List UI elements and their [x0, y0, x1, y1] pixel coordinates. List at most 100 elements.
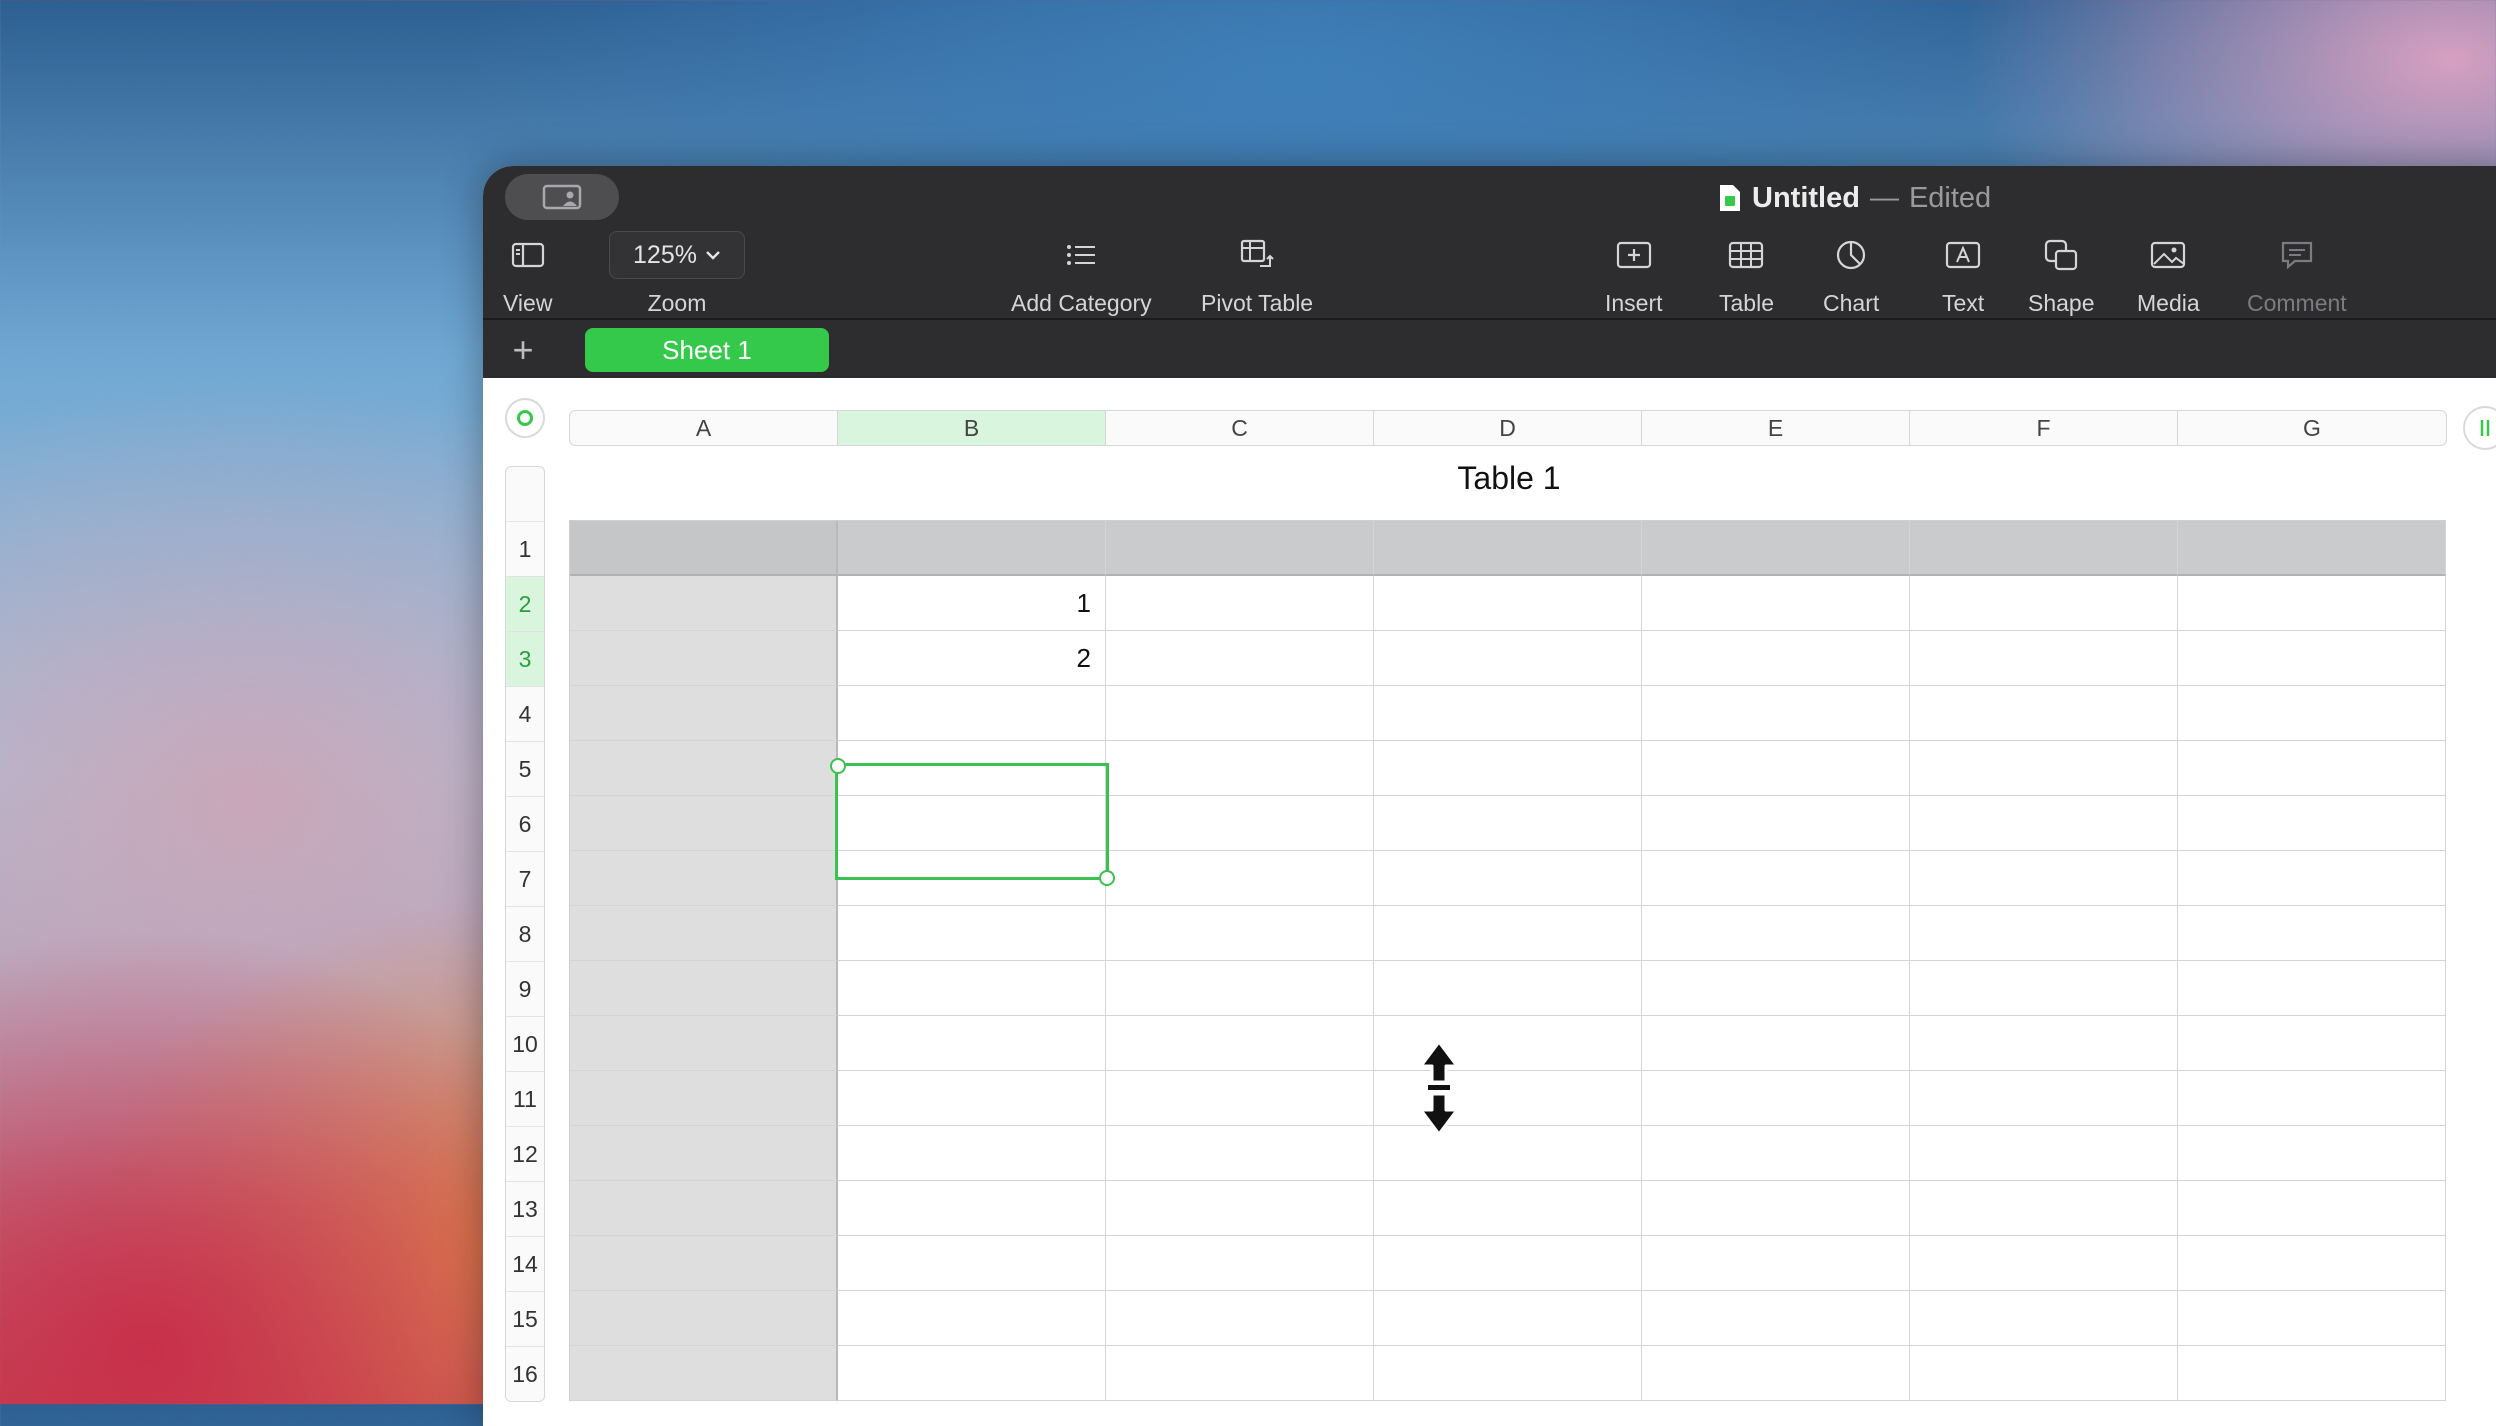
cell-e5[interactable]: [1642, 741, 1910, 796]
cell-a11[interactable]: [570, 1071, 838, 1126]
cell-b4[interactable]: [838, 686, 1106, 741]
cell-c14[interactable]: [1106, 1236, 1374, 1291]
row-header-6[interactable]: 6: [506, 796, 544, 851]
cell-g12[interactable]: [2178, 1126, 2446, 1181]
cell-g9[interactable]: [2178, 961, 2446, 1016]
cell-b14[interactable]: [838, 1236, 1106, 1291]
sidebar-toggle-button[interactable]: [505, 174, 619, 220]
pivot-table-button[interactable]: Pivot Table: [1201, 228, 1313, 317]
cell-g1[interactable]: [2178, 521, 2446, 576]
cell-e8[interactable]: [1642, 906, 1910, 961]
cell-d8[interactable]: [1374, 906, 1642, 961]
column-header-f[interactable]: F: [1910, 411, 2178, 445]
cell-c3[interactable]: [1106, 631, 1374, 686]
cell-f3[interactable]: [1910, 631, 2178, 686]
row-header-4[interactable]: 4: [506, 686, 544, 741]
cell-b5[interactable]: [838, 741, 1106, 796]
row-header-11[interactable]: 11: [506, 1071, 544, 1126]
select-table-button[interactable]: [505, 398, 545, 438]
cell-a7[interactable]: [570, 851, 838, 906]
row-header-16[interactable]: 16: [506, 1346, 544, 1401]
cell-e3[interactable]: [1642, 631, 1910, 686]
shape-button[interactable]: Shape: [2028, 228, 2095, 317]
cell-f10[interactable]: [1910, 1016, 2178, 1071]
cell-c12[interactable]: [1106, 1126, 1374, 1181]
cell-f16[interactable]: [1910, 1346, 2178, 1401]
cell-g4[interactable]: [2178, 686, 2446, 741]
cell-a16[interactable]: [570, 1346, 838, 1401]
cell-f1[interactable]: [1910, 521, 2178, 576]
row-header-10[interactable]: 10: [506, 1016, 544, 1071]
cell-e1[interactable]: [1642, 521, 1910, 576]
row-header-13[interactable]: 13: [506, 1181, 544, 1236]
cell-c9[interactable]: [1106, 961, 1374, 1016]
cell-c1[interactable]: [1106, 521, 1374, 576]
cell-b9[interactable]: [838, 961, 1106, 1016]
cell-a5[interactable]: [570, 741, 838, 796]
cell-a1[interactable]: [570, 521, 838, 576]
cell-f13[interactable]: [1910, 1181, 2178, 1236]
cell-f12[interactable]: [1910, 1126, 2178, 1181]
cell-b12[interactable]: [838, 1126, 1106, 1181]
cell-e13[interactable]: [1642, 1181, 1910, 1236]
cell-g13[interactable]: [2178, 1181, 2446, 1236]
cell-c7[interactable]: [1106, 851, 1374, 906]
cell-c16[interactable]: [1106, 1346, 1374, 1401]
cell-a2[interactable]: [570, 576, 838, 631]
row-header-2[interactable]: 2: [506, 576, 544, 631]
cell-e14[interactable]: [1642, 1236, 1910, 1291]
cell-f11[interactable]: [1910, 1071, 2178, 1126]
cell-e16[interactable]: [1642, 1346, 1910, 1401]
cell-b8[interactable]: [838, 906, 1106, 961]
cell-e9[interactable]: [1642, 961, 1910, 1016]
cell-a10[interactable]: [570, 1016, 838, 1071]
cell-d4[interactable]: [1374, 686, 1642, 741]
cell-f4[interactable]: [1910, 686, 2178, 741]
row-header-14[interactable]: 14: [506, 1236, 544, 1291]
cell-c8[interactable]: [1106, 906, 1374, 961]
add-column-handle[interactable]: [2463, 406, 2496, 450]
cell-f5[interactable]: [1910, 741, 2178, 796]
cell-a12[interactable]: [570, 1126, 838, 1181]
cell-g8[interactable]: [2178, 906, 2446, 961]
table-title[interactable]: Table 1: [569, 452, 2449, 504]
cell-b7[interactable]: [838, 851, 1106, 906]
row-header-5[interactable]: 5: [506, 741, 544, 796]
cell-b15[interactable]: [838, 1291, 1106, 1346]
text-button[interactable]: Text: [1942, 228, 1984, 317]
cell-g3[interactable]: [2178, 631, 2446, 686]
cell-e6[interactable]: [1642, 796, 1910, 851]
column-header-b[interactable]: B: [838, 411, 1106, 445]
cell-c6[interactable]: [1106, 796, 1374, 851]
cell-f7[interactable]: [1910, 851, 2178, 906]
cell-b3[interactable]: 2: [838, 631, 1106, 686]
row-header-7[interactable]: 7: [506, 851, 544, 906]
row-header-9[interactable]: 9: [506, 961, 544, 1016]
cell-e12[interactable]: [1642, 1126, 1910, 1181]
cell-f15[interactable]: [1910, 1291, 2178, 1346]
cell-c13[interactable]: [1106, 1181, 1374, 1236]
add-sheet-button[interactable]: +: [501, 328, 545, 372]
cell-g5[interactable]: [2178, 741, 2446, 796]
cell-d5[interactable]: [1374, 741, 1642, 796]
cell-g2[interactable]: [2178, 576, 2446, 631]
cell-d9[interactable]: [1374, 961, 1642, 1016]
cell-e4[interactable]: [1642, 686, 1910, 741]
cell-g15[interactable]: [2178, 1291, 2446, 1346]
cell-g16[interactable]: [2178, 1346, 2446, 1401]
cell-d3[interactable]: [1374, 631, 1642, 686]
zoom-select[interactable]: 125%: [609, 231, 745, 279]
cell-b13[interactable]: [838, 1181, 1106, 1236]
cell-d13[interactable]: [1374, 1181, 1642, 1236]
cell-c11[interactable]: [1106, 1071, 1374, 1126]
row-header-8[interactable]: 8: [506, 906, 544, 961]
cell-g14[interactable]: [2178, 1236, 2446, 1291]
chart-button[interactable]: Chart: [1823, 228, 1879, 317]
insert-button[interactable]: Insert: [1605, 228, 1663, 317]
cell-a8[interactable]: [570, 906, 838, 961]
sheet-tab-1[interactable]: Sheet 1: [585, 328, 829, 372]
cell-d16[interactable]: [1374, 1346, 1642, 1401]
cell-g7[interactable]: [2178, 851, 2446, 906]
cell-d2[interactable]: [1374, 576, 1642, 631]
column-header-a[interactable]: A: [570, 411, 838, 445]
